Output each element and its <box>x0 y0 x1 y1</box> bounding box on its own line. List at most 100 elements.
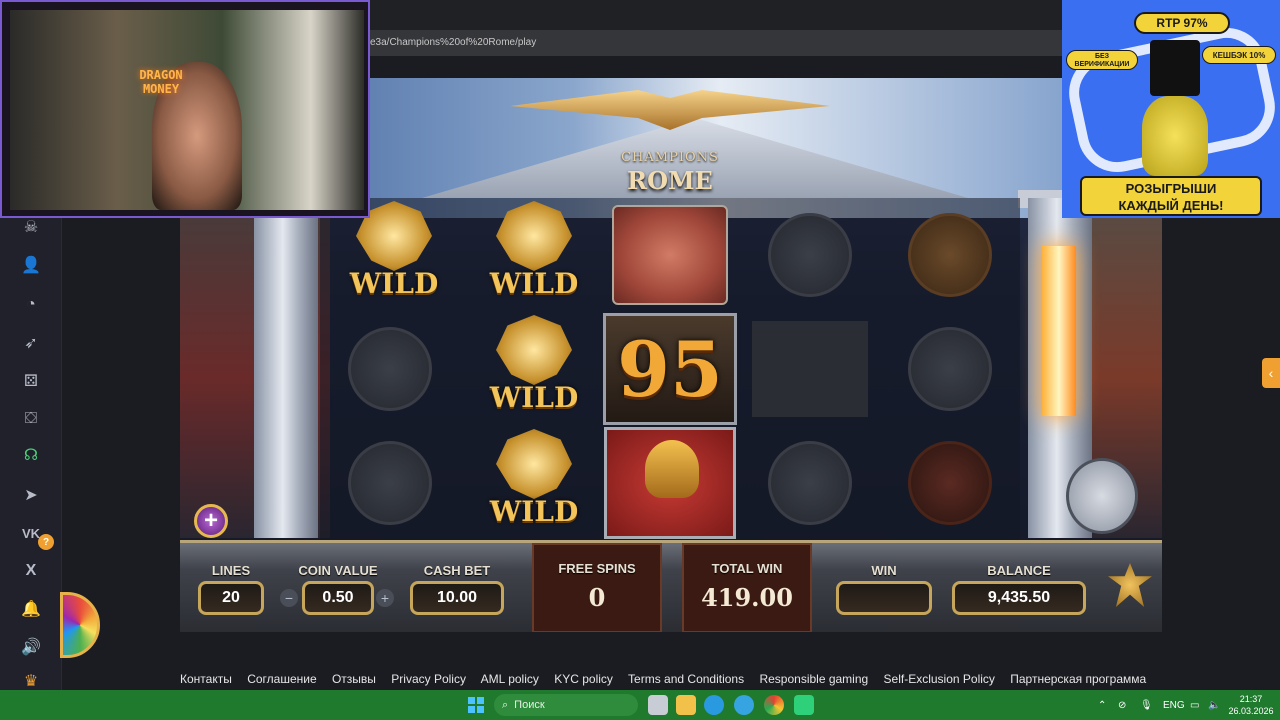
clock-date: 26.03.2026 <box>1228 706 1274 716</box>
footer-link[interactable]: Партнерская программа <box>1010 672 1146 686</box>
clock-icon[interactable]: ◔ <box>20 294 42 316</box>
language-indicator[interactable]: ENG <box>1163 690 1185 720</box>
win-multiplier: 95 <box>603 313 737 425</box>
screen: e3a/Champions%20of%20Rome/play ☠ 👤 ◔ ➶ ⚄… <box>0 0 1280 720</box>
lines-value[interactable]: 20 <box>198 581 264 615</box>
webcam-overlay: DRAGON MONEY <box>0 0 370 218</box>
symbol-big-number: 95 <box>600 312 740 426</box>
wild-emblem-icon <box>496 315 572 385</box>
wifi-icon[interactable]: ▭ <box>1190 690 1199 720</box>
coin-icon <box>908 441 992 525</box>
clock[interactable]: 21:37 26.03.2026 <box>1224 693 1278 717</box>
lizard-mascot <box>1142 96 1208 176</box>
footer-link[interactable]: AML policy <box>481 672 539 686</box>
ad-caption: РОЗЫГРЫШИ КАЖДЫЙ ДЕНЬ! <box>1080 176 1262 216</box>
shield-decoration <box>1066 458 1138 534</box>
yggdrasil-logo-icon[interactable] <box>1108 563 1152 607</box>
gladiator-icon[interactable]: ☠ <box>20 216 42 238</box>
menu-plus-button[interactable]: + <box>194 504 228 538</box>
taskbar: ⌕ Поиск ⌃ ⊘ 🎙 ENG ▭ 🔈 21:37 26.03.2026 <box>0 690 1280 720</box>
chrome-icon[interactable] <box>764 695 784 715</box>
profile-icon[interactable]: 👤 <box>20 254 42 276</box>
footer-link[interactable]: Terms and Conditions <box>628 672 744 686</box>
cash-bet-label: CASH BET <box>423 563 491 578</box>
coin-decrease-button[interactable]: − <box>280 589 298 607</box>
bell-icon[interactable]: 🔔 <box>20 598 42 620</box>
cash-bet-value[interactable]: 10.00 <box>410 581 504 615</box>
game-control-panel: LINES 20 COIN VALUE − 0.50 + CASH BET 10… <box>180 540 1162 632</box>
dice-icon[interactable]: ⚄ <box>20 370 42 392</box>
gladiator-icon <box>604 427 736 539</box>
coin-icon <box>768 441 852 525</box>
gift-icon[interactable]: ⛋ <box>20 408 42 430</box>
footer-link[interactable]: Соглашение <box>247 672 316 686</box>
symbol-coin <box>740 198 880 312</box>
telegram-icon[interactable]: ➤ <box>20 484 42 506</box>
task-view-icon[interactable] <box>648 695 668 715</box>
lines-label: LINES <box>211 563 251 578</box>
symbol-coin <box>880 312 1020 426</box>
symbol-wild: WILD <box>460 198 600 312</box>
search-icon: ⌕ <box>502 698 509 711</box>
coin-icon <box>768 213 852 297</box>
footer-links: Контакты Соглашение Отзывы Privacy Polic… <box>180 672 1180 690</box>
logo-line1: CHAMPIONS <box>621 150 719 165</box>
logo-line2: ROME <box>627 166 713 195</box>
top-hat-icon <box>1150 40 1200 96</box>
app-icon[interactable] <box>794 695 814 715</box>
balance-label: BALANCE <box>987 563 1051 578</box>
lion-icon <box>612 205 728 305</box>
free-spins-label: FREE SPINS <box>558 561 636 576</box>
coin-value-label: COIN VALUE <box>298 563 378 578</box>
search-placeholder: Поиск <box>514 699 545 711</box>
eagle-tile-icon <box>752 321 868 417</box>
sound-icon[interactable]: 🔊 <box>20 636 42 658</box>
symbol-coin <box>320 426 460 540</box>
symbol-lion <box>600 198 740 312</box>
edge-icon[interactable] <box>704 695 724 715</box>
win-label: WIN <box>871 563 897 578</box>
coin-increase-button[interactable]: + <box>376 589 394 607</box>
neon-sign: DRAGON MONEY <box>139 68 183 96</box>
volume-icon[interactable]: 🔈 <box>1208 690 1220 720</box>
ad-banner[interactable]: RTP 97% БЕЗ ВЕРИФИКАЦИИ КЕШБЭК 10% РОЗЫГ… <box>1062 0 1280 218</box>
win-value <box>836 581 932 615</box>
symbol-coin-red <box>880 426 1020 540</box>
telegram-icon[interactable] <box>734 695 754 715</box>
free-spins-value: 0 <box>588 583 606 612</box>
no-verification-badge: БЕЗ ВЕРИФИКАЦИИ <box>1066 50 1138 70</box>
tray-network-icon[interactable]: ⊘ <box>1118 690 1126 720</box>
footer-link[interactable]: Self-Exclusion Policy <box>884 672 995 686</box>
support-icon[interactable]: ☊ <box>20 444 42 466</box>
url-text: e3a/Champions%20of%20Rome/play <box>370 37 537 48</box>
symbol-coin <box>740 426 880 540</box>
coin-value: 0.50 <box>302 581 374 615</box>
balance-value: 9,435.50 <box>952 581 1086 615</box>
x-icon[interactable]: X <box>20 560 42 582</box>
microphone-icon[interactable]: 🎙 <box>1140 690 1153 720</box>
helmet-icon <box>645 440 699 498</box>
reels-grid: WILD WILD WILD WILD 95 <box>320 198 1020 540</box>
column-left <box>254 198 318 538</box>
trophy-icon[interactable]: ♛ <box>20 670 42 692</box>
vk-icon[interactable]: VK <box>20 522 42 544</box>
footer-link[interactable]: Отзывы <box>332 672 376 686</box>
chevron-left-icon[interactable]: ‹ <box>1262 358 1280 388</box>
coin-icon <box>908 213 992 297</box>
rocket-icon[interactable]: ➶ <box>20 332 42 354</box>
tray-chevron-icon[interactable]: ⌃ <box>1098 690 1106 720</box>
windows-start-icon[interactable] <box>468 697 484 713</box>
total-win-label: TOTAL WIN <box>711 561 783 576</box>
footer-link[interactable]: Контакты <box>180 672 232 686</box>
symbol-coin <box>320 312 460 426</box>
total-win-value: 419.00 <box>701 583 793 612</box>
wild-emblem-icon <box>496 429 572 499</box>
footer-link[interactable]: Responsible gaming <box>759 672 868 686</box>
taskbar-search[interactable]: ⌕ Поиск <box>494 694 638 716</box>
footer-link[interactable]: KYC policy <box>554 672 613 686</box>
rtp-badge: RTP 97% <box>1134 12 1230 34</box>
footer-link[interactable]: Privacy Policy <box>391 672 466 686</box>
wild-label: WILD <box>349 267 439 300</box>
symbol-wild: WILD <box>460 312 600 426</box>
file-explorer-icon[interactable] <box>676 695 696 715</box>
